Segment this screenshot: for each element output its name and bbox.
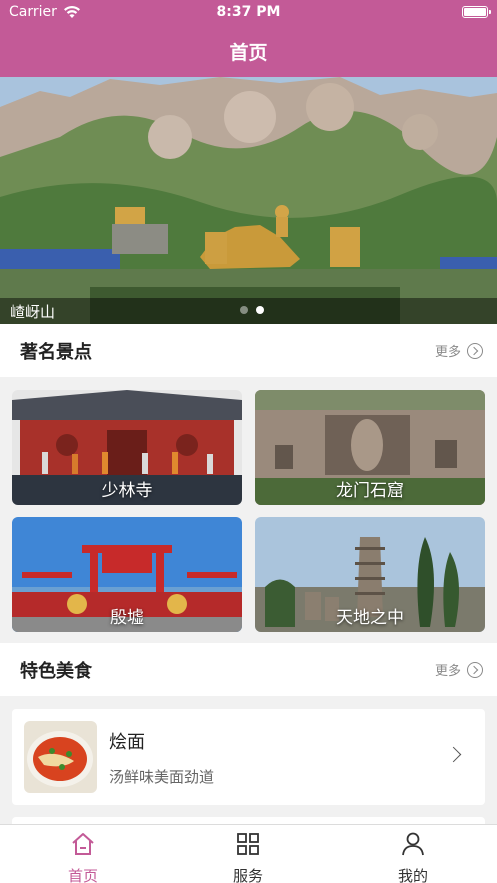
food-image: [24, 721, 97, 793]
food-header: 特色美食 更多: [0, 643, 497, 696]
food-description: 汤鲜味美面劲道: [109, 768, 215, 786]
food-more-button[interactable]: 更多: [435, 660, 483, 679]
home-icon: [72, 833, 94, 855]
attraction-label: 龙门石窟: [336, 481, 404, 501]
attraction-tile-yinxu[interactable]: 殷墟: [12, 517, 242, 632]
tab-label: 首页: [67, 867, 98, 883]
attractions-more-button[interactable]: 更多: [435, 341, 483, 360]
banner-caption: 嵖岈山: [10, 303, 56, 321]
attraction-label: 少林寺: [101, 481, 153, 501]
banner-image: [0, 77, 497, 324]
status-bar: Carrier 8:37 PM: [0, 0, 497, 26]
page-dot[interactable]: [240, 306, 248, 314]
attraction-tile-longmen[interactable]: 龙门石窟: [255, 390, 485, 505]
top-bar: Carrier 8:37 PM 首页: [0, 0, 497, 77]
person-icon: [402, 832, 424, 856]
tab-services[interactable]: 服务: [188, 831, 308, 883]
tab-home[interactable]: 首页: [23, 831, 143, 883]
chevron-circle-icon: [467, 661, 483, 678]
more-label: 更多: [434, 664, 461, 679]
attractions-header: 著名景点 更多: [0, 324, 497, 377]
attractions-grid: 少林寺 龙门石窟 殷墟 天地之中: [0, 377, 497, 643]
attraction-label: 殷墟: [110, 608, 144, 628]
tab-bar: 首页 服务 我的: [0, 824, 497, 883]
attraction-label: 天地之中: [336, 608, 404, 628]
grid-icon: [237, 833, 259, 855]
attractions-title: 著名景点: [20, 342, 92, 363]
food-card[interactable]: 烩面 汤鲜味美面劲道: [12, 709, 485, 805]
chevron-circle-icon: [467, 342, 483, 359]
attraction-tile-shaolin[interactable]: 少林寺: [12, 390, 242, 505]
clock: 8:37 PM: [216, 4, 281, 20]
banner-carousel[interactable]: 嵖岈山: [0, 77, 497, 324]
food-name: 烩面: [109, 732, 145, 753]
page-indicator: [240, 306, 264, 314]
tab-label: 服务: [232, 867, 263, 883]
food-title: 特色美食: [20, 661, 92, 682]
battery-icon: [462, 6, 491, 18]
page-title: 首页: [229, 42, 268, 64]
more-label: 更多: [434, 345, 461, 360]
chevron-right-icon: [445, 746, 462, 763]
tab-mine[interactable]: 我的: [353, 831, 473, 883]
banner-caption-bar: 嵖岈山: [0, 298, 497, 324]
page-dot-active[interactable]: [256, 306, 264, 314]
attraction-tile-tiandizhizhong[interactable]: 天地之中: [255, 517, 485, 632]
tab-label: 我的: [397, 867, 428, 883]
